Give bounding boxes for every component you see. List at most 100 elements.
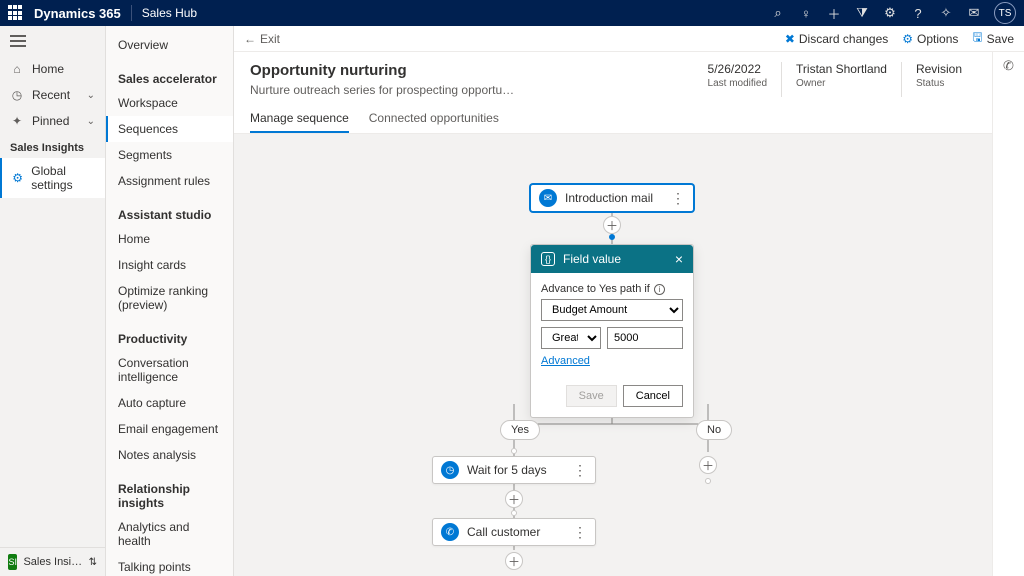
app-launcher-icon[interactable] [8,5,24,21]
connector-knob [511,448,517,454]
subnav-group: Sales accelerator [106,58,233,90]
node-label: Introduction mail [565,191,653,205]
subnav-email-engagement[interactable]: Email engagement [106,416,233,442]
tab-connected-opportunities[interactable]: Connected opportunities [369,105,499,133]
discard-icon: ✖ [785,32,795,46]
primary-nav: ⌂Home ◷Recent⌄ ✦Pinned⌄ Sales Insights ⚙… [0,26,106,576]
connector-knob [511,510,517,516]
lightbulb-icon[interactable]: ♀ [792,6,820,21]
node-introduction-mail[interactable]: ✉ Introduction mail ⋮ [530,184,694,212]
meta-status: RevisionStatus [901,62,976,97]
add-icon[interactable]: ＋ [820,4,848,23]
node-more-icon[interactable]: ⋮ [563,524,587,541]
subnav-workspace[interactable]: Workspace [106,90,233,116]
record-tabs: Manage sequence Connected opportunities [234,105,992,134]
subnav-assistant-home[interactable]: Home [106,226,233,252]
back-arrow-icon: ← [244,32,256,46]
add-step-button[interactable]: ＋ [699,456,717,474]
nav-recent[interactable]: ◷Recent⌄ [0,82,105,108]
nav-global-settings[interactable]: ⚙Global settings [0,158,105,198]
meta-last-modified: 5/26/2022Last modified [694,62,781,97]
settings-icon[interactable]: ⚙ [876,5,904,21]
exit-button[interactable]: ←Exit [244,32,280,46]
gear-icon: ⚙ [12,171,23,185]
subnav-auto-capture[interactable]: Auto capture [106,390,233,416]
app-name: Sales Hub [142,6,197,20]
tab-manage-sequence[interactable]: Manage sequence [250,105,349,133]
sequence-canvas[interactable]: ✉ Introduction mail ⋮ ＋ {} Field value × [234,134,992,576]
phone-rail-icon[interactable]: ✆ [1003,58,1014,74]
node-label: Wait for 5 days [467,463,547,477]
chat-icon[interactable]: ✉ [960,5,988,21]
assistant-icon[interactable]: ✧ [932,5,960,21]
email-icon: ✉ [539,189,557,207]
subnav-group: Productivity [106,318,233,350]
options-icon: ⚙ [902,32,913,46]
node-wait[interactable]: ◷ Wait for 5 days ⋮ [432,456,596,484]
save-command-button[interactable]: 🖫Save [972,28,1014,49]
clock-icon: ◷ [10,88,24,102]
nav-pinned[interactable]: ✦Pinned⌄ [0,108,105,134]
discard-changes-button[interactable]: ✖Discard changes [785,32,888,46]
card-title: Field value [563,252,621,266]
nav-home[interactable]: ⌂Home [0,56,105,82]
cancel-button[interactable]: Cancel [623,385,683,407]
condition-label: Advance to Yes path if i [541,283,683,295]
subnav-talking-points[interactable]: Talking points [106,554,233,576]
nav-section-label: Sales Insights [0,134,105,158]
subnav-group: Relationship insights [106,468,233,514]
value-input[interactable] [607,327,683,349]
pin-icon: ✦ [10,114,24,128]
field-value-card: {} Field value × Advance to Yes path if … [530,244,694,418]
record-header: Opportunity nurturing Nurture outreach s… [234,52,992,97]
operator-select[interactable]: Greater … [541,327,601,349]
subnav-assignment-rules[interactable]: Assignment rules [106,168,233,194]
connector-knob [705,478,711,484]
connector-knob [609,234,615,240]
node-more-icon[interactable]: ⋮ [563,462,587,479]
yes-chip[interactable]: Yes [500,420,540,440]
area-switcher[interactable]: SI Sales Insights sett… ⇅ [0,547,105,576]
subnav-conversation-intelligence[interactable]: Conversation intelligence [106,350,233,390]
area-badge-icon: SI [8,554,17,570]
subnav-group: Assistant studio [106,194,233,226]
meta-owner: Tristan ShortlandOwner [781,62,901,97]
page-subtitle: Nurture outreach series for prospecting … [250,83,514,97]
menu-toggle-icon[interactable] [0,26,105,56]
subnav-sequences[interactable]: Sequences [106,116,233,142]
search-icon[interactable]: ⌕ [764,5,792,21]
right-rail: ✆ [992,52,1024,576]
node-more-icon[interactable]: ⋮ [661,190,685,207]
node-call-customer[interactable]: ✆ Call customer ⋮ [432,518,596,546]
add-step-button[interactable]: ＋ [603,216,621,234]
phone-icon: ✆ [441,523,459,541]
options-button[interactable]: ⚙Options [902,32,958,46]
topbar-divider [131,5,132,21]
settings-subnav: Overview Sales accelerator Workspace Seq… [106,26,234,576]
user-avatar[interactable]: TS [994,2,1016,24]
subnav-optimize-ranking[interactable]: Optimize ranking (preview) [106,278,233,318]
subnav-notes-analysis[interactable]: Notes analysis [106,442,233,468]
add-step-button[interactable]: ＋ [505,490,523,508]
content-area: ←Exit ✖Discard changes ⚙Options 🖫Save Op… [234,26,1024,576]
command-bar: ←Exit ✖Discard changes ⚙Options 🖫Save [234,26,1024,52]
subnav-overview[interactable]: Overview [106,26,233,58]
node-label: Call customer [467,525,540,539]
advanced-link[interactable]: Advanced [541,355,590,367]
chevron-down-icon: ⌄ [87,90,95,101]
field-select[interactable]: Budget Amount [541,299,683,321]
card-header: {} Field value × [531,245,693,273]
braces-icon: {} [541,252,555,266]
filter-icon[interactable]: ⧩ [848,5,876,21]
home-icon: ⌂ [10,62,24,76]
subnav-insight-cards[interactable]: Insight cards [106,252,233,278]
help-icon[interactable]: ? [904,6,932,21]
page-title: Opportunity nurturing [250,62,514,79]
info-icon[interactable]: i [654,284,665,295]
no-chip[interactable]: No [696,420,732,440]
close-icon[interactable]: × [675,251,683,267]
add-step-button[interactable]: ＋ [505,552,523,570]
subnav-segments[interactable]: Segments [106,142,233,168]
subnav-analytics-health[interactable]: Analytics and health [106,514,233,554]
global-topbar: Dynamics 365 Sales Hub ⌕ ♀ ＋ ⧩ ⚙ ? ✧ ✉ T… [0,0,1024,26]
